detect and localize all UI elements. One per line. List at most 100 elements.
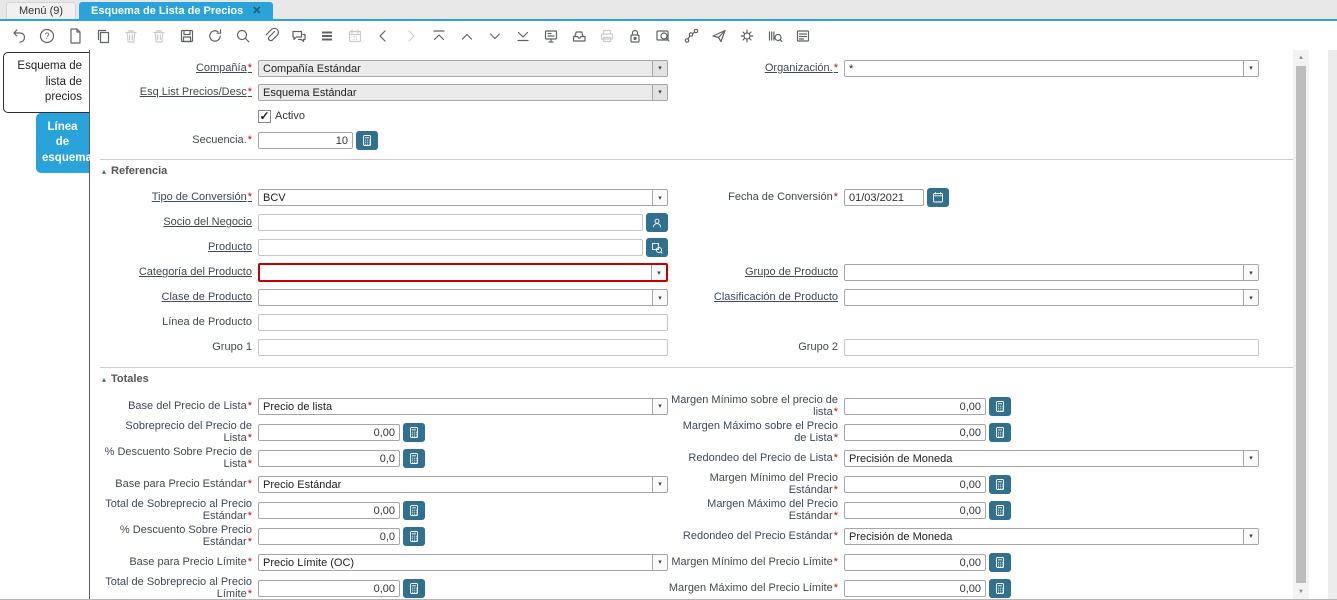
calculator-button[interactable]	[989, 396, 1011, 416]
chevron-down-icon[interactable]: ▾	[1243, 450, 1258, 466]
tab-prev-icon[interactable]	[374, 27, 392, 45]
sidebar-tab-esquema-lista-precios[interactable]: Esquema de lista de precios	[3, 52, 89, 113]
product-info-icon[interactable]	[766, 27, 784, 45]
sidebar-tab-linea-esquema[interactable]: Línea de esquema	[36, 112, 92, 174]
chevron-down-icon[interactable]: ▾	[652, 84, 667, 100]
categoria-producto-label[interactable]: Categoría del Producto	[100, 266, 258, 278]
calculator-button[interactable]	[989, 500, 1011, 520]
base-precio-limite-combobox[interactable]: Precio Límite (OC) ▾	[258, 553, 668, 571]
archive-icon[interactable]	[570, 27, 588, 45]
refresh-icon[interactable]	[206, 27, 224, 45]
grupo1-input[interactable]	[258, 339, 668, 356]
zoom-across-icon[interactable]	[654, 27, 672, 45]
previous-record-icon[interactable]	[458, 27, 476, 45]
fecha-conversion-input[interactable]: 01/03/2021	[844, 189, 924, 206]
socio-negocio-label[interactable]: Socio del Negocio	[100, 216, 258, 228]
tab-menu[interactable]: Menú (9)	[6, 2, 77, 19]
base-precio-estandar-combobox[interactable]: Precio Estándar ▾	[258, 475, 668, 493]
redondeo-estandar-combobox[interactable]: Precisión de Moneda ▾	[844, 527, 1259, 545]
scroll-up-icon[interactable]: ▲	[1293, 50, 1309, 65]
clase-producto-label[interactable]: Clase de Producto	[100, 291, 258, 303]
calculator-button[interactable]	[356, 130, 378, 150]
clasificacion-producto-combobox[interactable]: ▾	[844, 289, 1259, 306]
secuencia-input[interactable]: 10	[258, 131, 353, 149]
report-icon[interactable]	[542, 27, 560, 45]
grupo-producto-combobox[interactable]: ▾	[844, 264, 1259, 281]
organizacion-label[interactable]: Organización.*	[668, 62, 844, 74]
linea-producto-input[interactable]	[258, 314, 668, 331]
producto-input[interactable]	[258, 239, 643, 256]
product-search-button[interactable]	[646, 238, 668, 257]
calendar-button[interactable]	[927, 188, 949, 207]
grupo-producto-label[interactable]: Grupo de Producto	[668, 266, 844, 278]
producto-label[interactable]: Producto	[100, 241, 258, 253]
chevron-down-icon[interactable]: ▾	[652, 190, 667, 205]
chevron-down-icon[interactable]: ▾	[652, 290, 667, 305]
lock-icon[interactable]	[626, 27, 644, 45]
margen-min-estandar-input[interactable]: 0,00	[844, 475, 986, 493]
calculator-button[interactable]	[989, 474, 1011, 494]
sobreprecio-limite-input[interactable]: 0,00	[258, 579, 400, 597]
margen-max-limite-input[interactable]: 0,00	[844, 579, 986, 597]
margen-min-limite-input[interactable]: 0,00	[844, 553, 986, 571]
margen-min-lista-input[interactable]: 0,00	[844, 397, 986, 415]
clasificacion-producto-label[interactable]: Clasificación de Producto	[668, 291, 844, 303]
compania-label[interactable]: Compañía*	[100, 62, 258, 74]
preferences-icon[interactable]	[738, 27, 756, 45]
organizacion-combobox[interactable]: * ▾	[844, 59, 1259, 77]
find-icon[interactable]	[234, 27, 252, 45]
workflow-icon[interactable]	[682, 27, 700, 45]
chevron-down-icon[interactable]: ▾	[1243, 290, 1258, 305]
calculator-button[interactable]	[403, 500, 425, 520]
save-icon[interactable]	[178, 27, 196, 45]
esq-list-precios-combobox[interactable]: Esquema Estándar ▾	[258, 83, 668, 101]
calculator-button[interactable]	[403, 422, 425, 442]
chevron-down-icon[interactable]: ▾	[652, 398, 667, 414]
help-icon[interactable]: ?	[38, 27, 56, 45]
base-precio-lista-combobox[interactable]: Precio de lista ▾	[258, 397, 668, 415]
close-tab-icon[interactable]: ✕	[252, 4, 261, 17]
chevron-down-icon[interactable]: ▾	[652, 60, 667, 76]
chevron-down-icon[interactable]: ▾	[652, 554, 667, 570]
calculator-button[interactable]	[989, 578, 1011, 598]
sobreprecio-estandar-input[interactable]: 0,00	[258, 501, 400, 519]
business-partner-search-button[interactable]	[646, 213, 668, 232]
tipo-conversion-combobox[interactable]: BCV ▾	[258, 189, 668, 206]
compania-combobox[interactable]: Compañía Estándar ▾	[258, 59, 668, 77]
descuento-lista-input[interactable]: 0,0	[258, 449, 400, 467]
new-record-icon[interactable]	[66, 27, 84, 45]
descuento-estandar-input[interactable]: 0,0	[258, 527, 400, 545]
chat-icon[interactable]	[290, 27, 308, 45]
undo-icon[interactable]	[10, 27, 28, 45]
chevron-down-icon[interactable]: ▾	[1243, 528, 1258, 544]
calculator-button[interactable]	[403, 448, 425, 468]
margen-max-estandar-input[interactable]: 0,00	[844, 501, 986, 519]
last-record-icon[interactable]	[514, 27, 532, 45]
chevron-down-icon[interactable]: ▾	[651, 265, 666, 280]
grid-toggle-icon[interactable]	[318, 27, 336, 45]
calculator-button[interactable]	[989, 422, 1011, 442]
tipo-conversion-label[interactable]: Tipo de Conversión*	[100, 191, 258, 203]
scrollbar-thumb[interactable]	[1296, 66, 1306, 583]
sobreprecio-lista-input[interactable]: 0,00	[258, 423, 400, 441]
calculator-button[interactable]	[989, 552, 1011, 572]
chevron-down-icon[interactable]: ▾	[652, 476, 667, 492]
socio-negocio-input[interactable]	[258, 214, 643, 231]
scroll-down-icon[interactable]: ▼	[1293, 584, 1309, 599]
activo-checkbox[interactable]: ✓	[258, 109, 271, 123]
copy-record-icon[interactable]	[94, 27, 112, 45]
section-referencia[interactable]: ▴ Referencia	[100, 159, 1293, 185]
quick-form-icon[interactable]	[794, 27, 812, 45]
chevron-down-icon[interactable]: ▾	[1243, 60, 1258, 76]
esq-list-precios-label[interactable]: Esq List Precios/Desc*	[100, 86, 258, 98]
calculator-button[interactable]	[403, 578, 425, 598]
margen-max-lista-input[interactable]: 0,00	[844, 423, 986, 441]
redondeo-lista-combobox[interactable]: Precisión de Moneda ▾	[844, 449, 1259, 467]
clase-producto-combobox[interactable]: ▾	[258, 289, 668, 306]
calculator-button[interactable]	[403, 526, 425, 546]
next-record-icon[interactable]	[486, 27, 504, 45]
attachment-icon[interactable]	[262, 27, 280, 45]
categoria-producto-combobox[interactable]: ▾	[258, 263, 668, 282]
first-record-icon[interactable]	[430, 27, 448, 45]
grupo2-input[interactable]	[844, 339, 1259, 356]
